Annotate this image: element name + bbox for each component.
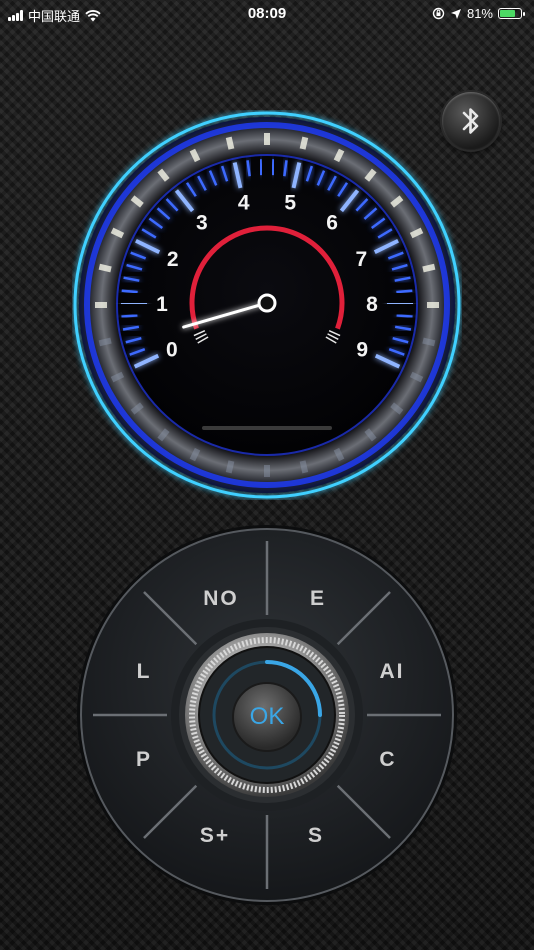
- scale-label-4: 4: [238, 192, 250, 215]
- bezel-light: [225, 460, 235, 474]
- mode-button-l[interactable]: L: [137, 660, 152, 684]
- speed-gauge: 01234 56789: [73, 111, 461, 499]
- mode-button-no[interactable]: NO: [203, 587, 239, 611]
- mode-button-p[interactable]: P: [136, 748, 152, 772]
- mode-control-pad: NO E AI C S S+ P L OK: [76, 524, 458, 906]
- scale-label-7: 7: [355, 248, 367, 271]
- minor-tick: [121, 314, 138, 318]
- scale-label-8: 8: [366, 293, 378, 316]
- scale-label-5: 5: [284, 192, 296, 215]
- status-bar: 中国联通 08:09 81%: [0, 0, 534, 28]
- scale-label-2: 2: [167, 248, 179, 271]
- status-right: 81%: [432, 6, 525, 21]
- orientation-lock-icon: [432, 7, 445, 20]
- mode-button-ai[interactable]: AI: [380, 660, 405, 684]
- scale-label-0: 0: [166, 338, 178, 361]
- ok-label[interactable]: OK: [250, 703, 285, 731]
- minor-tick: [396, 314, 413, 318]
- mode-button-s-plus[interactable]: S+: [200, 824, 230, 848]
- bezel-light: [98, 337, 112, 347]
- location-icon: [450, 8, 461, 19]
- mode-button-s[interactable]: S: [308, 824, 324, 848]
- minor-tick: [259, 159, 263, 176]
- bezel-light: [422, 337, 436, 347]
- scale-label-6: 6: [326, 212, 338, 235]
- scale-label-9: 9: [356, 338, 368, 361]
- scale-label-3: 3: [196, 212, 208, 235]
- bezel-light: [299, 460, 309, 474]
- mode-button-e[interactable]: E: [310, 587, 326, 611]
- gauge-display-bar: [202, 426, 332, 430]
- bezel-light: [98, 263, 112, 273]
- gauge-hub: [257, 293, 277, 313]
- battery-icon: [498, 8, 525, 19]
- minor-tick: [271, 159, 275, 176]
- minor-tick: [121, 289, 138, 294]
- bezel-light: [299, 136, 309, 150]
- battery-percent: 81%: [466, 6, 493, 21]
- mode-button-c[interactable]: C: [379, 748, 396, 772]
- battery-fill: [500, 10, 516, 17]
- minor-tick: [396, 289, 413, 294]
- bezel-light: [422, 263, 436, 273]
- bezel-light: [225, 136, 235, 150]
- scale-label-1: 1: [156, 293, 168, 316]
